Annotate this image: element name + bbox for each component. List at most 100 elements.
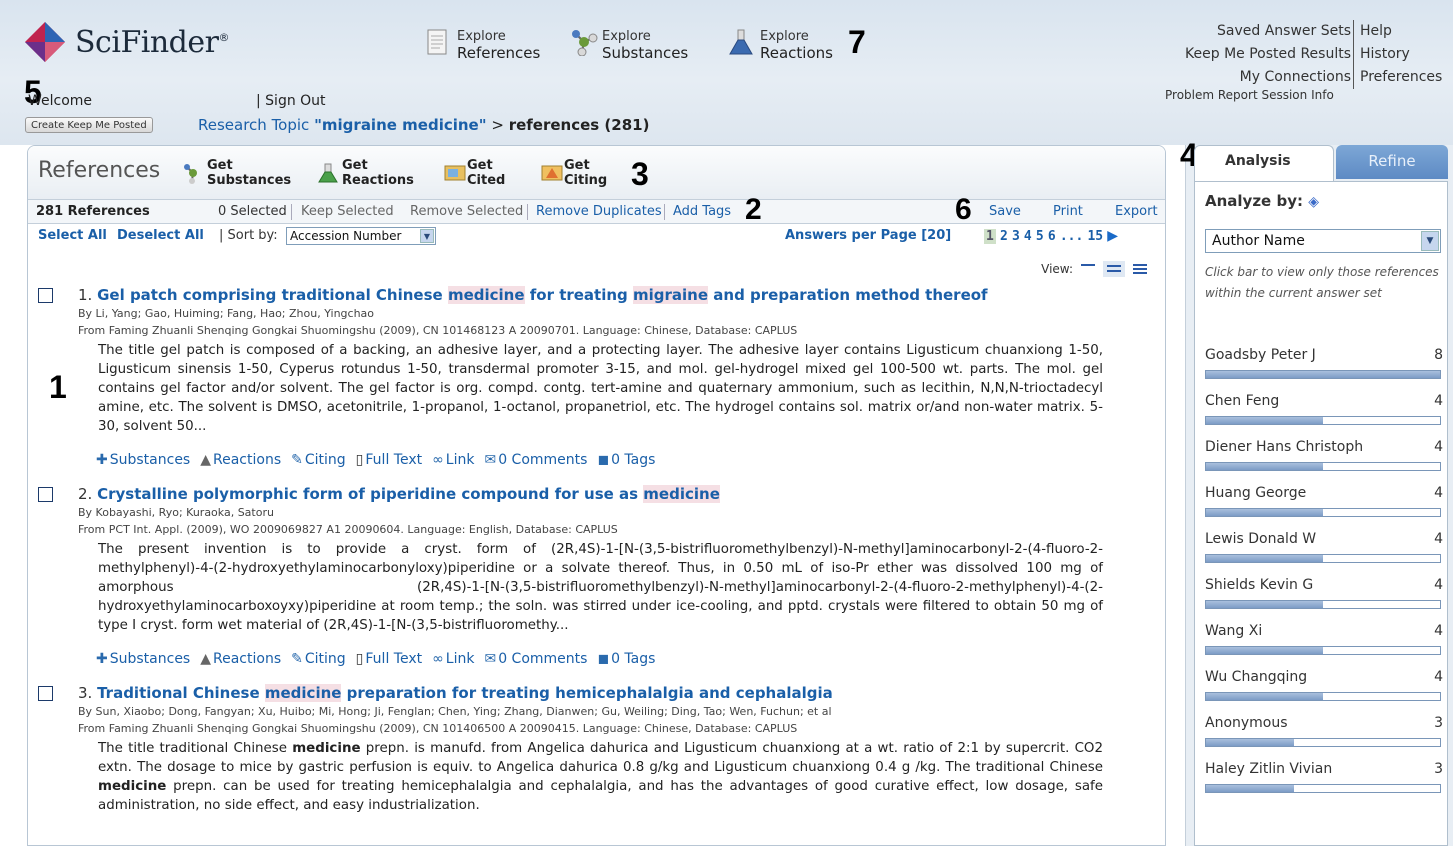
create-keep-me-posted-button[interactable]: Create Keep Me Posted	[25, 117, 153, 133]
result-checkbox[interactable]	[38, 288, 53, 303]
page-1[interactable]: 1	[984, 229, 996, 244]
tags-link[interactable]: ◼ 0 Tags	[597, 651, 655, 667]
select-all-link[interactable]: Select All	[38, 228, 107, 243]
author-bar-item[interactable]: Lewis Donald W 4	[1205, 531, 1445, 563]
author-bar-fill	[1206, 785, 1294, 792]
get-reactions-button[interactable]: Get Reactions	[318, 158, 414, 188]
keep-me-posted-results-link[interactable]: Keep Me Posted Results	[1185, 43, 1351, 66]
add-tags-button[interactable]: Add Tags	[673, 204, 731, 219]
author-bar[interactable]	[1205, 370, 1441, 379]
get-cited-button[interactable]: Get Cited	[443, 158, 505, 188]
result-title[interactable]: 3. Traditional Chinese medicine preparat…	[78, 684, 833, 702]
sign-out-link[interactable]: | Sign Out	[256, 93, 326, 109]
result-checkbox[interactable]	[38, 487, 53, 502]
help-link[interactable]: Help	[1360, 20, 1442, 43]
references-count: 281 References	[36, 204, 150, 219]
result-item: 2. Crystalline polymorphic form of piper…	[38, 485, 1108, 675]
author-bar[interactable]	[1205, 692, 1441, 701]
explore-references-button[interactable]: Explore References	[425, 28, 540, 62]
references-toolbar: References Get Substances Get Reactions Ge…	[28, 146, 1165, 200]
scifinder-logo[interactable]: SciFinder®	[25, 22, 229, 62]
answers-per-page-link[interactable]: Answers per Page [20]	[785, 228, 951, 243]
author-bar[interactable]	[1205, 462, 1441, 471]
my-connections-link[interactable]: My Connections	[1185, 66, 1351, 89]
breadcrumb-topic-link[interactable]: Research Topic	[198, 116, 309, 134]
page-ellipsis: ...	[1059, 229, 1084, 244]
author-bar-item[interactable]: Anonymous 3	[1205, 715, 1445, 747]
next-page-icon[interactable]: ▶	[1107, 228, 1118, 244]
result-checkbox[interactable]	[38, 686, 53, 701]
citing-link[interactable]: ✎ Citing	[291, 651, 346, 667]
author-bar-item[interactable]: Shields Kevin G 4	[1205, 577, 1445, 609]
author-bar[interactable]	[1205, 554, 1441, 563]
explore-reactions-button[interactable]: Explore Reactions	[728, 28, 833, 62]
author-bar-item[interactable]: Wang Xi 4	[1205, 623, 1445, 655]
page-3[interactable]: 3	[1012, 229, 1020, 244]
author-bar-item[interactable]: Huang George 4	[1205, 485, 1445, 517]
result-title[interactable]: 1. Gel patch comprising traditional Chin…	[78, 286, 988, 304]
tab-refine[interactable]: Refine	[1336, 145, 1448, 179]
author-bar-item[interactable]: Chen Feng 4	[1205, 393, 1445, 425]
get-substances-button[interactable]: Get Substances	[183, 158, 291, 188]
result-source: From Faming Zhuanli Shenqing Gongkai Shu…	[78, 722, 798, 735]
problem-report-link[interactable]: Problem Report Session Info	[1165, 88, 1334, 102]
print-button[interactable]: Print	[1053, 204, 1083, 219]
link-link[interactable]: ∞ Link	[432, 651, 474, 667]
panel-title: References	[38, 158, 161, 183]
explore-substances-button[interactable]: Explore Substances	[570, 28, 688, 62]
comments-link[interactable]: ✉ 0 Comments	[484, 452, 587, 468]
remove-duplicates-button[interactable]: Remove Duplicates	[536, 204, 662, 219]
flask-icon	[728, 28, 754, 56]
callout-7: 7	[848, 24, 866, 60]
reactions-link[interactable]: ▲ Reactions	[200, 452, 281, 468]
breadcrumb-topic-query[interactable]: "migraine medicine"	[314, 116, 486, 134]
author-bar-item[interactable]: Haley Zitlin Vivian 3	[1205, 761, 1445, 793]
view-partial-icon[interactable]	[1103, 261, 1125, 277]
author-bar-fill	[1206, 417, 1323, 424]
citing-link[interactable]: ✎ Citing	[291, 452, 346, 468]
author-bar-item[interactable]: Goadsby Peter J 8	[1205, 347, 1445, 379]
author-count: 4	[1434, 531, 1443, 547]
view-compact-icon[interactable]	[1077, 261, 1099, 277]
full-text-link[interactable]: ▯ Full Text	[356, 452, 422, 468]
export-button[interactable]: Export	[1115, 204, 1158, 219]
page-2[interactable]: 2	[1000, 229, 1008, 244]
author-bar[interactable]	[1205, 416, 1441, 425]
analyze-by-label: Analyze by: ◈	[1205, 192, 1319, 210]
keep-selected-button[interactable]: Keep Selected	[301, 204, 394, 219]
substances-link[interactable]: ✚ Substances	[96, 452, 190, 468]
link-link[interactable]: ∞ Link	[432, 452, 474, 468]
full-text-link[interactable]: ▯ Full Text	[356, 651, 422, 667]
info-diamond-icon[interactable]: ◈	[1308, 194, 1319, 210]
page-15[interactable]: 15	[1087, 229, 1103, 244]
author-bar[interactable]	[1205, 508, 1441, 517]
author-bar[interactable]	[1205, 600, 1441, 609]
deselect-all-link[interactable]: Deselect All	[117, 228, 204, 243]
author-bar-item[interactable]: Wu Changqing 4	[1205, 669, 1445, 701]
save-button[interactable]: Save	[989, 204, 1021, 219]
get-citing-button[interactable]: Get Citing	[540, 158, 607, 188]
author-bar[interactable]	[1205, 784, 1441, 793]
result-title[interactable]: 2. Crystalline polymorphic form of piper…	[78, 485, 720, 503]
tab-analysis[interactable]: Analysis	[1194, 145, 1334, 181]
preferences-link[interactable]: Preferences	[1360, 66, 1442, 89]
analyze-by-select[interactable]: Author Name ▼	[1205, 229, 1441, 253]
view-label: View:	[1041, 262, 1073, 276]
history-link[interactable]: History	[1360, 43, 1442, 66]
author-bar[interactable]	[1205, 646, 1441, 655]
page-4[interactable]: 4	[1024, 229, 1032, 244]
author-bar-item[interactable]: Diener Hans Christoph 4	[1205, 439, 1445, 471]
saved-answer-sets-link[interactable]: Saved Answer Sets	[1185, 20, 1351, 43]
author-count: 4	[1434, 669, 1443, 685]
page-6[interactable]: 6	[1048, 229, 1056, 244]
view-full-icon[interactable]	[1129, 261, 1151, 277]
tags-link[interactable]: ◼ 0 Tags	[597, 452, 655, 468]
sort-by-select[interactable]: Accession Number ▼	[286, 227, 436, 245]
substances-link[interactable]: ✚ Substances	[96, 651, 190, 667]
author-bar[interactable]	[1205, 738, 1441, 747]
comments-link[interactable]: ✉ 0 Comments	[484, 651, 587, 667]
remove-selected-button[interactable]: Remove Selected	[410, 204, 523, 219]
sort-label: | Sort by:	[219, 228, 278, 243]
reactions-link[interactable]: ▲ Reactions	[200, 651, 281, 667]
page-5[interactable]: 5	[1036, 229, 1044, 244]
